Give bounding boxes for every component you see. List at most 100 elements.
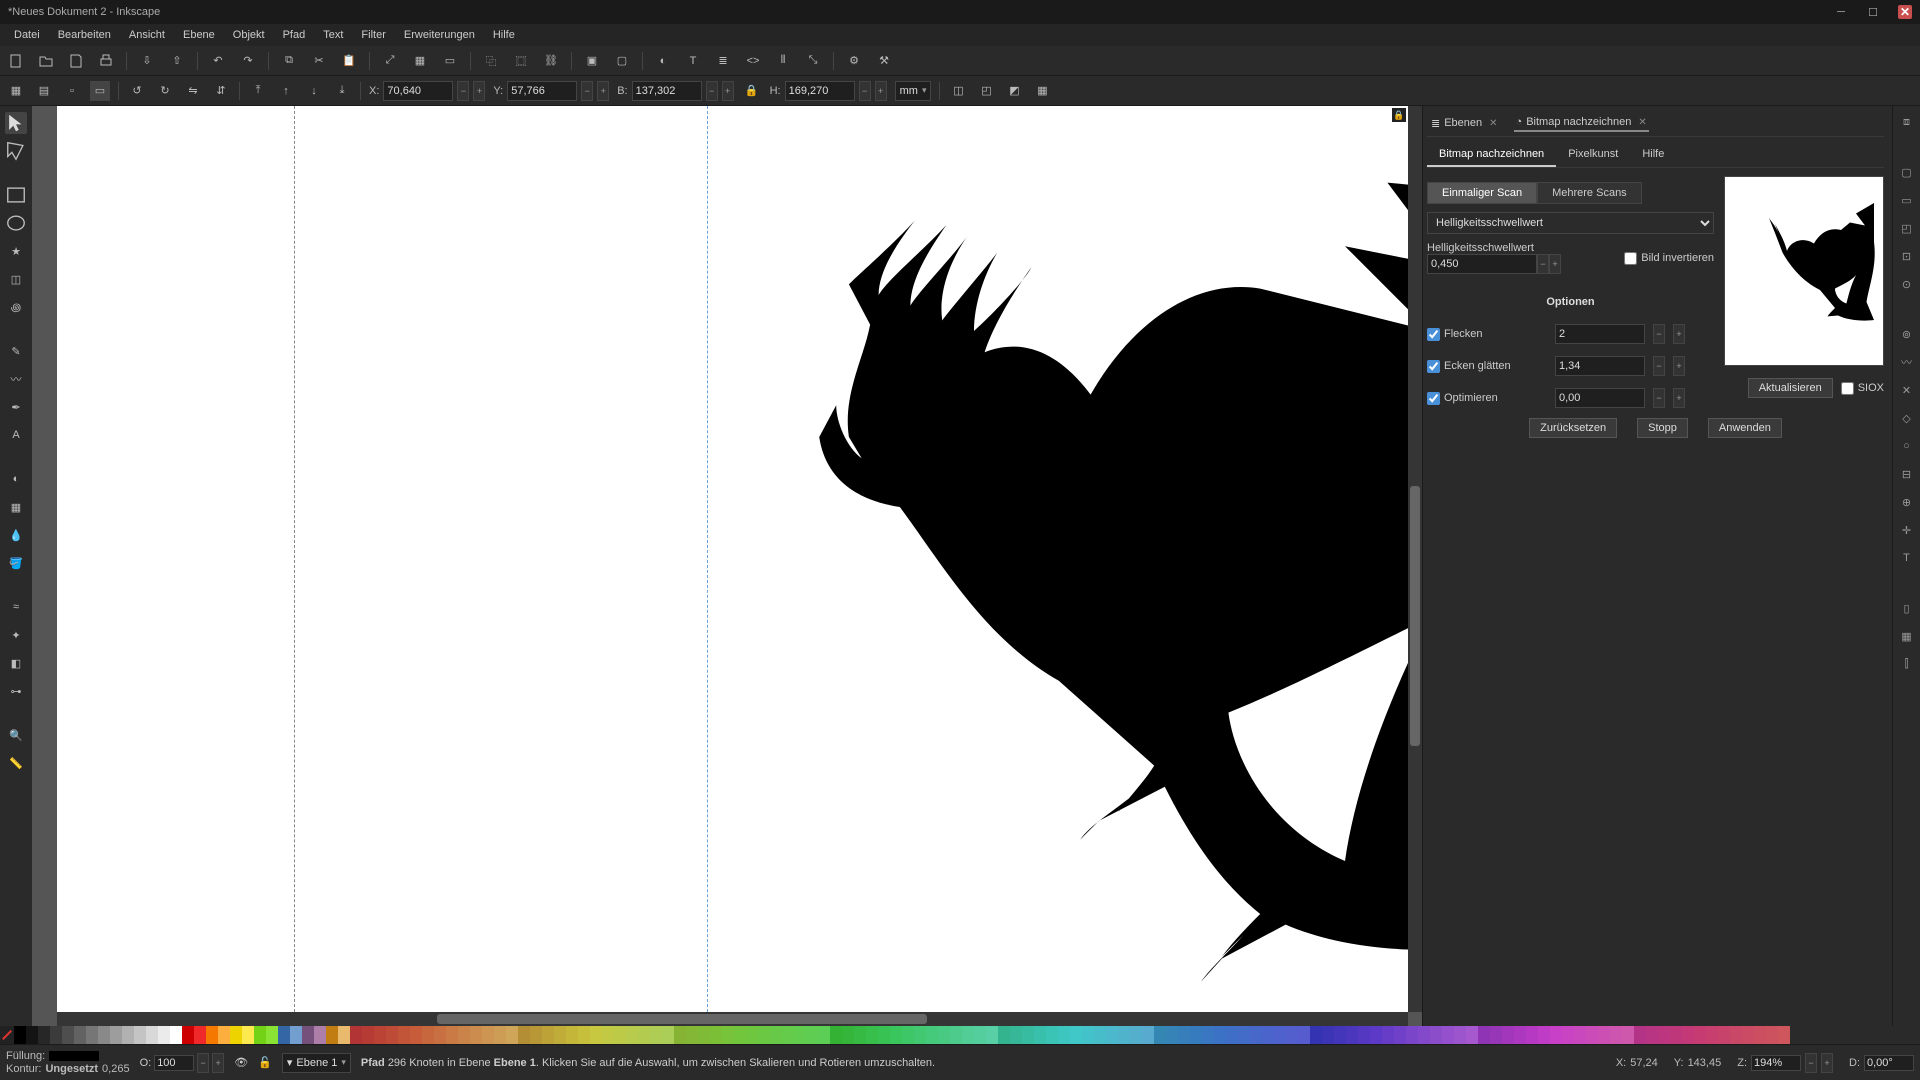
swatch[interactable] bbox=[38, 1026, 50, 1044]
swatch[interactable] bbox=[1310, 1026, 1322, 1044]
swatch[interactable] bbox=[1442, 1026, 1454, 1044]
spiral-tool-icon[interactable]: ꩜ bbox=[5, 296, 27, 318]
swatch[interactable] bbox=[1082, 1026, 1094, 1044]
swatch[interactable] bbox=[1526, 1026, 1538, 1044]
pencil-tool-icon[interactable]: ✎ bbox=[5, 340, 27, 362]
swatch[interactable] bbox=[1358, 1026, 1370, 1044]
box3d-tool-icon[interactable]: ◫ bbox=[5, 268, 27, 290]
swatch[interactable] bbox=[1478, 1026, 1490, 1044]
swatch[interactable] bbox=[170, 1026, 182, 1044]
swatch[interactable] bbox=[782, 1026, 794, 1044]
swatch[interactable] bbox=[662, 1026, 674, 1044]
maximize-button[interactable]: ☐ bbox=[1866, 5, 1880, 19]
snap-corner-icon[interactable]: ◰ bbox=[1897, 218, 1917, 238]
swatch[interactable] bbox=[602, 1026, 614, 1044]
swatch[interactable] bbox=[866, 1026, 878, 1044]
swatch[interactable] bbox=[398, 1026, 410, 1044]
swatch[interactable] bbox=[686, 1026, 698, 1044]
zoom-page-icon[interactable]: ▭ bbox=[440, 51, 460, 71]
raise-top-icon[interactable]: ⤒ bbox=[248, 81, 268, 101]
horizontal-scrollbar[interactable] bbox=[57, 1012, 1408, 1026]
select-layer-icon[interactable]: ▤ bbox=[34, 81, 54, 101]
h-plus[interactable]: + bbox=[875, 81, 887, 101]
undo-icon[interactable]: ↶ bbox=[208, 51, 228, 71]
swatch[interactable] bbox=[146, 1026, 158, 1044]
close-icon[interactable]: ✕ bbox=[1489, 118, 1497, 129]
siox-check[interactable]: SIOX bbox=[1841, 382, 1884, 395]
menu-ansicht[interactable]: Ansicht bbox=[121, 27, 173, 43]
swatch[interactable] bbox=[854, 1026, 866, 1044]
swatch[interactable] bbox=[1586, 1026, 1598, 1044]
eraser-tool-icon[interactable]: ◧ bbox=[5, 652, 27, 674]
align-icon[interactable]: ⫴ bbox=[773, 51, 793, 71]
swatch[interactable] bbox=[266, 1026, 278, 1044]
dup-icon[interactable]: ⿻ bbox=[481, 51, 501, 71]
swatch[interactable] bbox=[1334, 1026, 1346, 1044]
menu-filter[interactable]: Filter bbox=[353, 27, 393, 43]
swatch[interactable] bbox=[98, 1026, 110, 1044]
unlink-icon[interactable]: ⛓ bbox=[541, 51, 561, 71]
snap-text-icon[interactable]: T bbox=[1897, 548, 1917, 568]
vscroll-thumb[interactable] bbox=[1410, 486, 1420, 746]
swatch[interactable] bbox=[314, 1026, 326, 1044]
speckles-plus[interactable]: + bbox=[1673, 324, 1685, 344]
layer-select[interactable]: ▾Ebene 1 bbox=[282, 1053, 351, 1073]
swatch[interactable] bbox=[14, 1026, 26, 1044]
swatch[interactable] bbox=[1382, 1026, 1394, 1044]
swatch[interactable] bbox=[698, 1026, 710, 1044]
lower-icon[interactable]: ↓ bbox=[304, 81, 324, 101]
rotate-ccw-icon[interactable]: ↺ bbox=[127, 81, 147, 101]
clone-icon[interactable]: ⿴ bbox=[511, 51, 531, 71]
affect-gradient-icon[interactable]: ◩ bbox=[1004, 81, 1024, 101]
swatch[interactable] bbox=[338, 1026, 350, 1044]
selector-tool-icon[interactable] bbox=[5, 112, 27, 134]
menu-bearbeiten[interactable]: Bearbeiten bbox=[50, 27, 119, 43]
dock-tab-trace[interactable]: ◔ Bitmap nachzeichnen ✕ bbox=[1514, 114, 1649, 132]
swatch[interactable] bbox=[1466, 1026, 1478, 1044]
minimize-button[interactable]: ─ bbox=[1834, 5, 1848, 19]
paintbucket-tool-icon[interactable]: 🪣 bbox=[5, 552, 27, 574]
swatch[interactable] bbox=[1046, 1026, 1058, 1044]
swatch[interactable] bbox=[1538, 1026, 1550, 1044]
connector-tool-icon[interactable]: ⊶ bbox=[5, 680, 27, 702]
fill-swatch[interactable] bbox=[49, 1051, 99, 1061]
swatch[interactable] bbox=[290, 1026, 302, 1044]
swatch[interactable] bbox=[746, 1026, 758, 1044]
swatch[interactable] bbox=[1694, 1026, 1706, 1044]
swatch[interactable] bbox=[470, 1026, 482, 1044]
swatch[interactable] bbox=[446, 1026, 458, 1044]
swatch[interactable] bbox=[1010, 1026, 1022, 1044]
swatch[interactable] bbox=[254, 1026, 266, 1044]
close-button[interactable]: ✕ bbox=[1898, 5, 1912, 19]
swatch[interactable] bbox=[806, 1026, 818, 1044]
mesh-tool-icon[interactable]: ▦ bbox=[5, 496, 27, 518]
threshold-input[interactable] bbox=[1427, 254, 1537, 274]
stroke-value[interactable]: Ungesetzt bbox=[45, 1063, 98, 1075]
x-input[interactable] bbox=[383, 81, 453, 101]
swatch[interactable] bbox=[830, 1026, 842, 1044]
swatch[interactable] bbox=[1166, 1026, 1178, 1044]
swatch[interactable] bbox=[962, 1026, 974, 1044]
trace-mode-select[interactable]: Helligkeitsschwellwert bbox=[1427, 212, 1714, 234]
swatch[interactable] bbox=[182, 1026, 194, 1044]
new-doc-icon[interactable] bbox=[6, 51, 26, 71]
swatch[interactable] bbox=[530, 1026, 542, 1044]
menu-datei[interactable]: Datei bbox=[6, 27, 48, 43]
snap-grid-icon[interactable]: ▦ bbox=[1897, 626, 1917, 646]
swatch[interactable] bbox=[794, 1026, 806, 1044]
b-minus[interactable]: − bbox=[706, 81, 718, 101]
swatch[interactable] bbox=[758, 1026, 770, 1044]
raise-icon[interactable]: ↑ bbox=[276, 81, 296, 101]
swatch[interactable] bbox=[410, 1026, 422, 1044]
stop-button[interactable]: Stopp bbox=[1637, 418, 1688, 438]
swatch[interactable] bbox=[1430, 1026, 1442, 1044]
swatch[interactable] bbox=[566, 1026, 578, 1044]
rect-tool-icon[interactable] bbox=[5, 184, 27, 206]
swatch[interactable] bbox=[1562, 1026, 1574, 1044]
flip-h-icon[interactable]: ⇋ bbox=[183, 81, 203, 101]
fill-stroke-icon[interactable]: ◐ bbox=[653, 51, 673, 71]
close-icon[interactable]: ✕ bbox=[1638, 117, 1646, 128]
layer-visible-icon[interactable]: 👁 bbox=[234, 1056, 248, 1069]
swatch[interactable] bbox=[926, 1026, 938, 1044]
snap-page-icon[interactable]: ▯ bbox=[1897, 598, 1917, 618]
